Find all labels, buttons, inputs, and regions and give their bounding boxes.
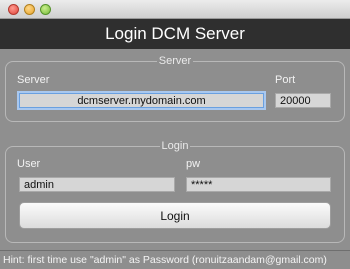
port-input[interactable]: [275, 93, 331, 108]
server-input[interactable]: [19, 93, 264, 108]
user-label: User: [17, 158, 41, 170]
login-section-legend: Login: [161, 140, 189, 152]
login-button[interactable]: Login: [19, 202, 331, 229]
password-label: pw: [186, 158, 201, 170]
minimize-icon[interactable]: [24, 4, 35, 15]
password-input[interactable]: [186, 177, 331, 192]
server-label: Server: [17, 74, 50, 86]
server-section-legend: Server: [158, 55, 192, 67]
login-window: Login DCM Server Server Server Port Logi…: [0, 0, 350, 269]
server-section: Server: [5, 55, 345, 122]
user-input[interactable]: [19, 177, 175, 192]
title-bar: [0, 0, 350, 19]
status-bar-hint: Hint: first time use "admin" as Password…: [0, 250, 350, 269]
port-label: Port: [275, 74, 296, 86]
close-icon[interactable]: [8, 4, 19, 15]
page-title: Login DCM Server: [0, 19, 350, 49]
maximize-icon[interactable]: [40, 4, 51, 15]
